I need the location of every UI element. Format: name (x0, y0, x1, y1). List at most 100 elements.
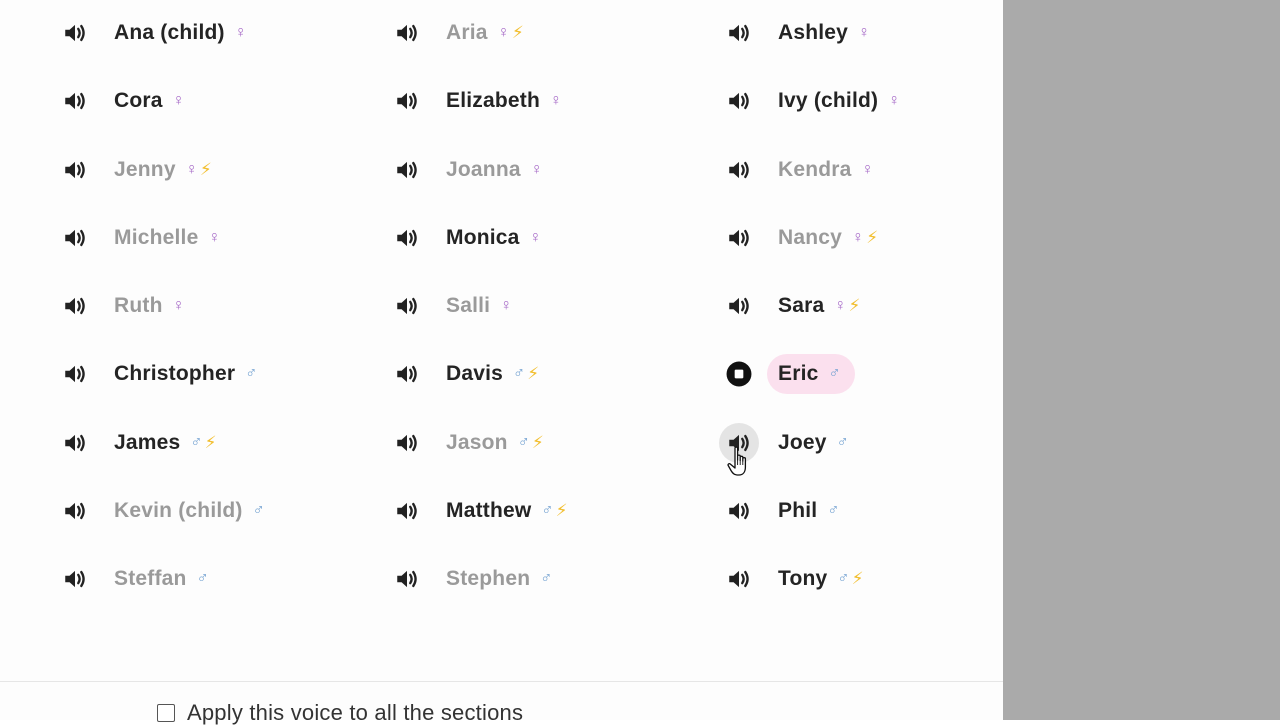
voice-label[interactable]: Kendra ♀ (778, 150, 874, 190)
voice-item-aria[interactable]: Aria ♀ ⚡ (397, 13, 524, 53)
lightning-icon: ⚡ (555, 500, 568, 520)
voice-item-jenny[interactable]: Jenny ♀ ⚡ (65, 150, 212, 190)
voice-label[interactable]: Joanna ♀ (446, 150, 543, 190)
speaker-icon[interactable] (387, 13, 427, 53)
apply-all-checkbox[interactable] (157, 704, 175, 722)
voice-item-cora[interactable]: Cora ♀ (65, 81, 185, 121)
voice-item-ivy-child[interactable]: Ivy (child) ♀ (729, 81, 900, 121)
speaker-icon[interactable] (719, 422, 759, 463)
speaker-icon[interactable] (719, 218, 759, 258)
speaker-icon[interactable] (55, 354, 95, 394)
voice-label[interactable]: Steffan ♂ (114, 559, 209, 599)
voice-item-christopher[interactable]: Christopher ♂ (65, 354, 257, 394)
voice-item-phil[interactable]: Phil ♂ (729, 491, 840, 531)
voice-label[interactable]: James ♂ ⚡ (114, 423, 217, 463)
lightning-icon: ⚡ (527, 364, 540, 384)
voice-label[interactable]: Jenny ♀ ⚡ (114, 150, 212, 190)
voice-item-kendra[interactable]: Kendra ♀ (729, 150, 874, 190)
voice-item-michelle[interactable]: Michelle ♀ (65, 218, 221, 258)
voice-label[interactable]: Monica ♀ (446, 218, 542, 258)
speaker-icon[interactable] (55, 218, 95, 258)
voice-label[interactable]: Davis ♂ ⚡ (446, 354, 539, 394)
speaker-icon[interactable] (55, 150, 95, 190)
speaker-icon[interactable] (55, 423, 95, 463)
voice-label[interactable]: Tony ♂ ⚡ (778, 559, 864, 599)
voice-item-tony[interactable]: Tony ♂ ⚡ (729, 559, 864, 599)
voice-label[interactable]: Ruth ♀ (114, 286, 185, 326)
female-icon: ♀ (858, 24, 871, 41)
voice-item-joanna[interactable]: Joanna ♀ (397, 150, 543, 190)
voice-name: Cora (114, 89, 163, 113)
voice-item-salli[interactable]: Salli ♀ (397, 286, 512, 326)
voice-label[interactable]: Sara ♀ ⚡ (778, 286, 861, 326)
voice-label[interactable]: Phil ♂ (778, 491, 840, 531)
voice-item-joey[interactable]: Joey ♂ (719, 422, 849, 463)
speaker-icon[interactable] (55, 81, 95, 121)
voice-label[interactable]: Eric ♂ (767, 354, 855, 395)
male-icon: ♂ (836, 433, 849, 451)
voice-label[interactable]: Elizabeth ♀ (446, 81, 562, 121)
voice-item-ashley[interactable]: Ashley ♀ (729, 13, 870, 53)
apply-all-row[interactable]: Apply this voice to all the sections (157, 700, 523, 726)
voice-label[interactable]: Kevin (child) ♂ (114, 491, 265, 531)
voice-item-elizabeth[interactable]: Elizabeth ♀ (397, 81, 562, 121)
voice-item-monica[interactable]: Monica ♀ (397, 218, 542, 258)
female-icon: ♀ (852, 228, 865, 246)
apply-all-label: Apply this voice to all the sections (187, 700, 524, 725)
voice-item-eric[interactable]: Eric ♂ (726, 354, 855, 395)
voice-label[interactable]: Ivy (child) ♀ (778, 81, 900, 121)
voice-item-nancy[interactable]: Nancy ♀ ⚡ (729, 218, 878, 258)
speaker-icon[interactable] (55, 13, 95, 53)
speaker-icon[interactable] (719, 286, 759, 326)
voice-label[interactable]: Christopher ♂ (114, 354, 257, 394)
speaker-icon[interactable] (55, 491, 95, 531)
voice-item-stephen[interactable]: Stephen ♂ (397, 559, 552, 599)
voice-name: Ana (child) (114, 21, 225, 44)
speaker-icon[interactable] (387, 423, 427, 463)
speaker-icon[interactable] (387, 491, 427, 531)
voice-label[interactable]: Cora ♀ (114, 81, 185, 121)
speaker-icon[interactable] (719, 559, 759, 599)
voice-item-jason[interactable]: Jason ♂ ⚡ (397, 423, 544, 463)
speaker-icon[interactable] (387, 286, 427, 326)
speaker-icon[interactable] (719, 13, 759, 53)
speaker-icon[interactable] (719, 81, 759, 121)
voice-label[interactable]: Joey ♂ (778, 423, 849, 463)
voice-label[interactable]: Aria ♀ ⚡ (446, 13, 524, 53)
speaker-icon[interactable] (387, 354, 427, 394)
speaker-icon[interactable] (55, 286, 95, 326)
modal-backdrop (1003, 0, 1280, 720)
voice-item-ana-child[interactable]: Ana (child) ♀ (65, 13, 247, 53)
voice-item-steffan[interactable]: Steffan ♂ (65, 559, 209, 599)
female-icon: ♀ (172, 92, 185, 110)
voice-name: Sara (778, 294, 825, 317)
speaker-icon[interactable] (387, 81, 427, 121)
speaker-icon[interactable] (387, 218, 427, 258)
voice-name: Monica (446, 225, 520, 249)
speaker-icon[interactable] (719, 491, 759, 531)
voice-label[interactable]: Salli ♀ (446, 286, 512, 326)
voice-item-ruth[interactable]: Ruth ♀ (65, 286, 185, 326)
speaker-icon[interactable] (387, 150, 427, 190)
voice-label[interactable]: Michelle ♀ (114, 218, 221, 258)
speaker-icon[interactable] (387, 559, 427, 599)
voice-name: Joey (778, 430, 827, 454)
voice-label[interactable]: Ana (child) ♀ (114, 13, 247, 53)
voice-item-sara[interactable]: Sara ♀ ⚡ (729, 286, 861, 326)
voice-label[interactable]: Matthew ♂ ⚡ (446, 491, 568, 531)
voice-item-james[interactable]: James ♂ ⚡ (65, 423, 217, 463)
speaker-icon[interactable] (55, 559, 95, 599)
voice-item-kevin-child[interactable]: Kevin (child) ♂ (65, 491, 265, 531)
voice-item-matthew[interactable]: Matthew ♂ ⚡ (397, 491, 568, 531)
voice-label[interactable]: Nancy ♀ ⚡ (778, 218, 878, 258)
voice-label[interactable]: Jason ♂ ⚡ (446, 423, 544, 463)
voice-label[interactable]: Stephen ♂ (446, 559, 552, 599)
speaker-icon[interactable] (719, 150, 759, 190)
stop-icon[interactable] (719, 354, 759, 394)
voice-item-davis[interactable]: Davis ♂ ⚡ (397, 354, 539, 394)
female-icon: ♀ (172, 297, 185, 314)
lightning-icon: ⚡ (531, 432, 545, 452)
female-icon: ♀ (529, 228, 542, 246)
voice-name: Aria (446, 21, 488, 44)
voice-label[interactable]: Ashley ♀ (778, 13, 870, 53)
